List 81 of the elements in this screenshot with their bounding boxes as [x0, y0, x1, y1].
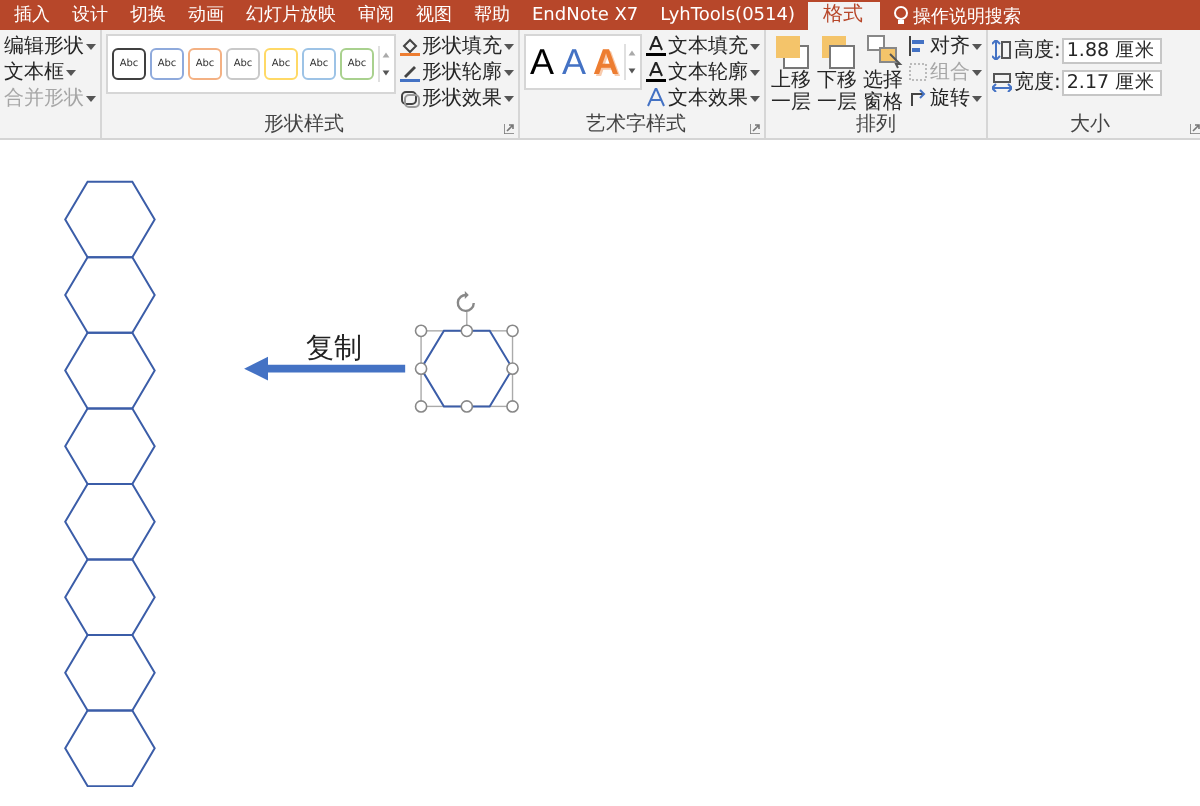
resize-handle[interactable]: [460, 324, 474, 338]
dialog-launcher-icon[interactable]: [504, 124, 514, 134]
arrow-caption: 复制: [305, 332, 362, 365]
hexagon-shape: [64, 180, 156, 259]
caret-icon: [504, 69, 514, 75]
ribbon-big-button[interactable]: 上移一层: [770, 34, 812, 114]
ribbon-command[interactable]: 文本填充: [646, 34, 760, 58]
height-icon: [992, 40, 1012, 60]
caret-icon: [66, 69, 76, 75]
search-link[interactable]: 操作说明搜索: [913, 3, 1021, 29]
caret-icon: [86, 95, 96, 101]
text-fill-icon: [646, 36, 666, 56]
ribbon-tab[interactable]: 切换: [120, 2, 176, 30]
resize-handle[interactable]: [506, 324, 519, 338]
pencil-icon: [400, 62, 420, 82]
caret-icon: [86, 43, 96, 49]
hexagon-shape: [64, 709, 156, 788]
ribbon-command[interactable]: 形状轮廓: [400, 60, 514, 84]
ribbon-tab[interactable]: LyhTools(0514): [650, 2, 805, 30]
ribbon-command[interactable]: 形状填充: [400, 34, 514, 58]
ribbon-command[interactable]: 文本轮廓: [646, 60, 760, 84]
resize-handle[interactable]: [414, 362, 428, 375]
text-effect-icon: [646, 88, 666, 108]
group-label: 大小: [1068, 114, 1112, 138]
align-icon: [908, 36, 928, 56]
hexagon-shape: [64, 331, 156, 410]
ribbon-command[interactable]: 对齐: [908, 34, 982, 58]
caret-icon: [750, 95, 760, 101]
ribbon-command[interactable]: 编辑形状: [4, 34, 96, 58]
group-label: 形状样式: [262, 114, 346, 138]
wordart-preset[interactable]: A: [528, 36, 556, 88]
dialog-launcher-icon[interactable]: [1190, 124, 1200, 134]
size-input-field[interactable]: 1.88 厘米: [1062, 37, 1163, 63]
selected-hexagon-shape[interactable]: [419, 329, 514, 408]
group-icon: [908, 62, 928, 82]
ribbon-tab[interactable]: 格式: [807, 2, 879, 30]
caret-icon: [504, 95, 514, 101]
ribbon-tab[interactable]: 审阅: [348, 2, 404, 30]
caret-icon: [750, 43, 760, 49]
ribbon-tab[interactable]: EndNote X7: [522, 2, 649, 30]
ribbon-command[interactable]: 形状效果: [400, 86, 514, 110]
resize-handle[interactable]: [414, 324, 428, 338]
resize-handle[interactable]: [506, 400, 519, 413]
wordart-preset[interactable]: A: [560, 36, 588, 88]
field-label: 宽度:: [1014, 69, 1061, 96]
resize-handle[interactable]: [506, 362, 519, 375]
group-label: 艺术字样式: [584, 114, 688, 138]
lightbulb-icon: [893, 6, 907, 26]
size-input-field[interactable]: 2.17 厘米: [1062, 69, 1163, 95]
caret-icon: [750, 69, 760, 75]
resize-handle[interactable]: [414, 400, 428, 413]
hexagon-shape: [64, 407, 156, 485]
ribbon-tab[interactable]: 设计: [62, 2, 118, 30]
ribbon-tab[interactable]: 视图: [406, 2, 462, 30]
field-label: 高度:: [1014, 37, 1061, 64]
hexagon-shape: [64, 256, 156, 334]
ribbon-tab[interactable]: 插入: [4, 2, 60, 30]
rotate-handle-icon[interactable]: [456, 291, 475, 313]
text-outline-icon: [646, 62, 666, 82]
caret-icon: [972, 95, 982, 101]
rotate-icon: [908, 88, 928, 108]
ribbon-tab[interactable]: 动画: [178, 2, 234, 30]
caret-icon: [972, 43, 982, 49]
ribbon-tab[interactable]: 帮助: [464, 2, 520, 30]
hexagon-shape: [64, 558, 156, 637]
group-label: 排列: [854, 114, 898, 138]
hexagon-shape: [64, 634, 156, 712]
ribbon-command[interactable]: 旋转: [908, 86, 982, 110]
dialog-launcher-icon[interactable]: [750, 124, 760, 134]
ribbon-big-button[interactable]: 选择窗格: [862, 34, 904, 114]
resize-handle[interactable]: [460, 400, 474, 413]
ribbon-command[interactable]: 文本框: [4, 60, 96, 84]
ribbon-command[interactable]: 文本效果: [646, 86, 760, 110]
caret-icon: [504, 43, 514, 49]
caret-icon: [972, 69, 982, 75]
hexagon-shape: [64, 482, 156, 561]
width-icon: [992, 72, 1012, 92]
paint-bucket-icon: [400, 36, 420, 56]
ribbon-tab[interactable]: 幻灯片放映: [236, 2, 346, 30]
shape-effect-icon: [400, 88, 420, 108]
ribbon-big-button[interactable]: 下移一层: [816, 34, 858, 114]
